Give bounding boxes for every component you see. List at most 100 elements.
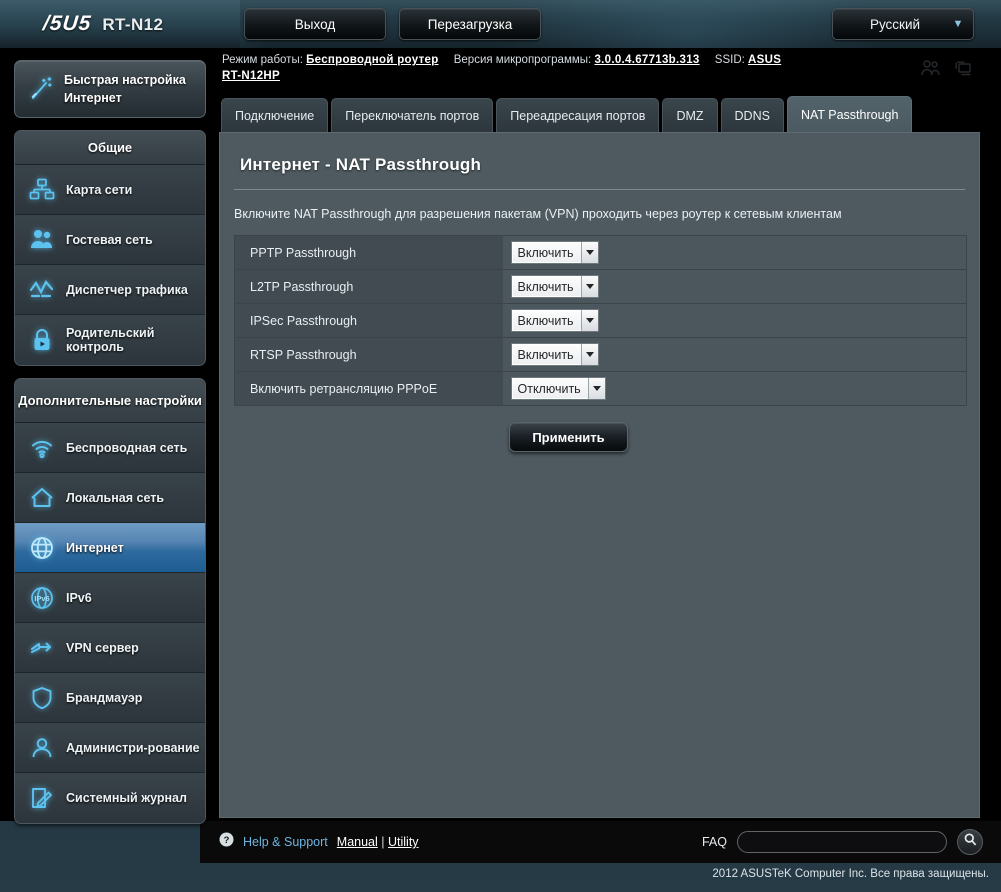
sidebar-item-network-map[interactable]: Карта сети xyxy=(15,165,205,215)
question-mark-icon: ? xyxy=(219,832,234,852)
ipv6-icon: IPv6 xyxy=(27,583,57,613)
sidebar-item-administration-label: Администри-рование xyxy=(66,740,200,755)
row-value-rtsp: Включить xyxy=(502,337,967,372)
rtsp-passthrough-value: Включить xyxy=(517,347,574,362)
admin-user-icon xyxy=(27,733,57,763)
sidebar-item-wireless[interactable]: Беспроводная сеть xyxy=(15,423,205,473)
brand-logo: /5U5 RT-N12 xyxy=(41,12,164,36)
clients-icon[interactable] xyxy=(920,59,942,77)
wifi-icon xyxy=(27,433,57,463)
footer-links: Manual | Utility xyxy=(337,835,419,849)
sidebar-item-firewall-label: Брандмауэр xyxy=(66,690,143,705)
row-value-l2tp: Включить xyxy=(502,269,967,304)
ipsec-passthrough-select[interactable]: Включить xyxy=(510,309,599,332)
manual-link[interactable]: Manual xyxy=(337,835,378,849)
sidebar-item-traffic-manager[interactable]: Диспетчер трафика xyxy=(15,265,205,315)
ssid-value[interactable]: ASUS xyxy=(748,54,781,66)
table-row: Включить ретрансляцию PPPoE Отключить xyxy=(234,371,967,406)
sidebar-item-lan-label: Локальная сеть xyxy=(66,490,165,505)
router-model-label: RT-N12 xyxy=(102,15,164,34)
vpn-icon xyxy=(27,633,57,663)
sidebar-item-administration[interactable]: Администри-рование xyxy=(15,723,205,773)
tab-dmz[interactable]: DMZ xyxy=(662,98,718,132)
home-icon xyxy=(27,483,57,513)
ssid-group: SSID: ASUS xyxy=(715,54,781,66)
operation-mode-label: Режим работы: xyxy=(222,54,303,66)
row-label-rtsp: RTSP Passthrough xyxy=(234,337,503,372)
quick-setup-line1: Быстрая настройка xyxy=(64,73,186,87)
row-label-l2tp: L2TP Passthrough xyxy=(234,269,503,304)
tab-port-trigger[interactable]: Переключатель портов xyxy=(331,98,494,132)
language-selector[interactable]: Русский ▼ xyxy=(832,8,974,40)
sidebar-item-internet[interactable]: Интернет xyxy=(15,523,205,573)
copyright-text: 2012 ASUSTeK Computer Inc. Все права защ… xyxy=(712,868,989,880)
rtsp-passthrough-select[interactable]: Включить xyxy=(510,343,599,366)
footer-link-separator: | xyxy=(381,835,385,849)
ssid-label: SSID: xyxy=(714,54,745,66)
utility-link[interactable]: Utility xyxy=(388,835,419,849)
table-row: L2TP Passthrough Включить xyxy=(234,269,967,304)
table-row: IPSec Passthrough Включить xyxy=(234,303,967,338)
pppoe-relay-value: Отключить xyxy=(517,381,581,396)
operation-mode-value[interactable]: Беспроводной роутер xyxy=(306,54,438,66)
globe-icon xyxy=(27,533,57,563)
sidebar-item-parental-control[interactable]: Родительский контроль xyxy=(15,315,205,365)
tab-connection[interactable]: Подключение xyxy=(221,98,329,132)
apply-button[interactable]: Применить xyxy=(509,422,628,452)
chevron-down-icon xyxy=(580,344,598,365)
sidebar-group-advanced-title: Дополнительные настройки xyxy=(15,379,205,423)
table-row: PPTP Passthrough Включить xyxy=(234,235,967,270)
devices-icon[interactable] xyxy=(952,59,974,77)
sidebar-item-system-log[interactable]: Системный журнал xyxy=(15,773,205,823)
quick-setup-line2: Интернет xyxy=(64,91,122,105)
row-value-pppoe-relay: Отключить xyxy=(502,371,967,406)
apply-button-row: Применить xyxy=(220,422,979,452)
sidebar-item-guest-network[interactable]: Гостевая сеть xyxy=(15,215,205,265)
router-admin-page: /5U5 RT-N12 Выход Перезагрузка Русский ▼… xyxy=(0,0,1001,892)
traffic-manager-icon xyxy=(27,275,57,305)
operation-mode-group: Режим работы: Беспроводной роутер xyxy=(222,54,442,66)
guest-network-icon xyxy=(27,225,57,255)
quick-internet-setup-button[interactable]: Быстрая настройка Интернет xyxy=(14,60,206,118)
firmware-group: Версия микропрограммы: 3.0.0.4.67713b.31… xyxy=(454,54,703,66)
tab-port-forwarding[interactable]: Переадресация портов xyxy=(496,98,660,132)
sidebar-item-wireless-label: Беспроводная сеть xyxy=(66,440,188,455)
pppoe-relay-select[interactable]: Отключить xyxy=(510,377,606,400)
sidebar: Быстрая настройка Интернет Общие Карта с… xyxy=(14,60,206,824)
chevron-down-icon xyxy=(580,276,598,297)
top-banner: /5U5 RT-N12 Выход Перезагрузка Русский ▼ xyxy=(0,0,1001,48)
sidebar-item-firewall[interactable]: Брандмауэр xyxy=(15,673,205,723)
ssid-value-secondary[interactable]: RT-N12HP xyxy=(222,70,280,82)
sidebar-item-lan[interactable]: Локальная сеть xyxy=(15,473,205,523)
logout-button[interactable]: Выход xyxy=(244,8,386,40)
sidebar-item-ipv6-label: IPv6 xyxy=(66,590,92,605)
pptp-passthrough-value: Включить xyxy=(517,245,574,260)
l2tp-passthrough-value: Включить xyxy=(517,279,574,294)
sidebar-item-network-map-label: Карта сети xyxy=(66,182,133,197)
footer-bar: ? Help & Support Manual | Utility FAQ xyxy=(200,821,1001,863)
page-description: Включите NAT Passthrough для разрешения … xyxy=(234,207,842,221)
firmware-label: Версия микропрограммы: xyxy=(453,54,592,66)
footer-faq-group: FAQ xyxy=(702,829,1001,855)
quick-setup-label: Быстрая настройка Интернет xyxy=(64,71,186,107)
reboot-button[interactable]: Перезагрузка xyxy=(399,8,541,40)
chevron-down-icon xyxy=(580,242,598,263)
nat-passthrough-table: PPTP Passthrough Включить L2TP Passthrou… xyxy=(234,235,967,406)
tab-nat-passthrough[interactable]: NAT Passthrough xyxy=(786,96,913,132)
tab-ddns[interactable]: DDNS xyxy=(720,98,784,132)
shield-icon xyxy=(27,683,57,713)
firmware-version-value[interactable]: 3.0.0.4.67713b.313 xyxy=(594,54,699,66)
faq-search-input[interactable] xyxy=(737,831,947,853)
faq-search-button[interactable] xyxy=(957,829,983,855)
asus-logo-text: /5U5 xyxy=(41,12,93,35)
row-label-pptp: PPTP Passthrough xyxy=(234,235,503,270)
faq-label: FAQ xyxy=(701,835,727,849)
network-map-icon xyxy=(27,175,57,205)
sidebar-item-vpn-server[interactable]: VPN сервер xyxy=(15,623,205,673)
main-content-panel: Интернет - NAT Passthrough Включите NAT … xyxy=(219,132,980,818)
sidebar-item-system-log-label: Системный журнал xyxy=(66,791,187,805)
pptp-passthrough-select[interactable]: Включить xyxy=(510,241,599,264)
sidebar-item-ipv6[interactable]: IPv6 IPv6 xyxy=(15,573,205,623)
l2tp-passthrough-select[interactable]: Включить xyxy=(510,275,599,298)
svg-text:?: ? xyxy=(224,835,230,846)
